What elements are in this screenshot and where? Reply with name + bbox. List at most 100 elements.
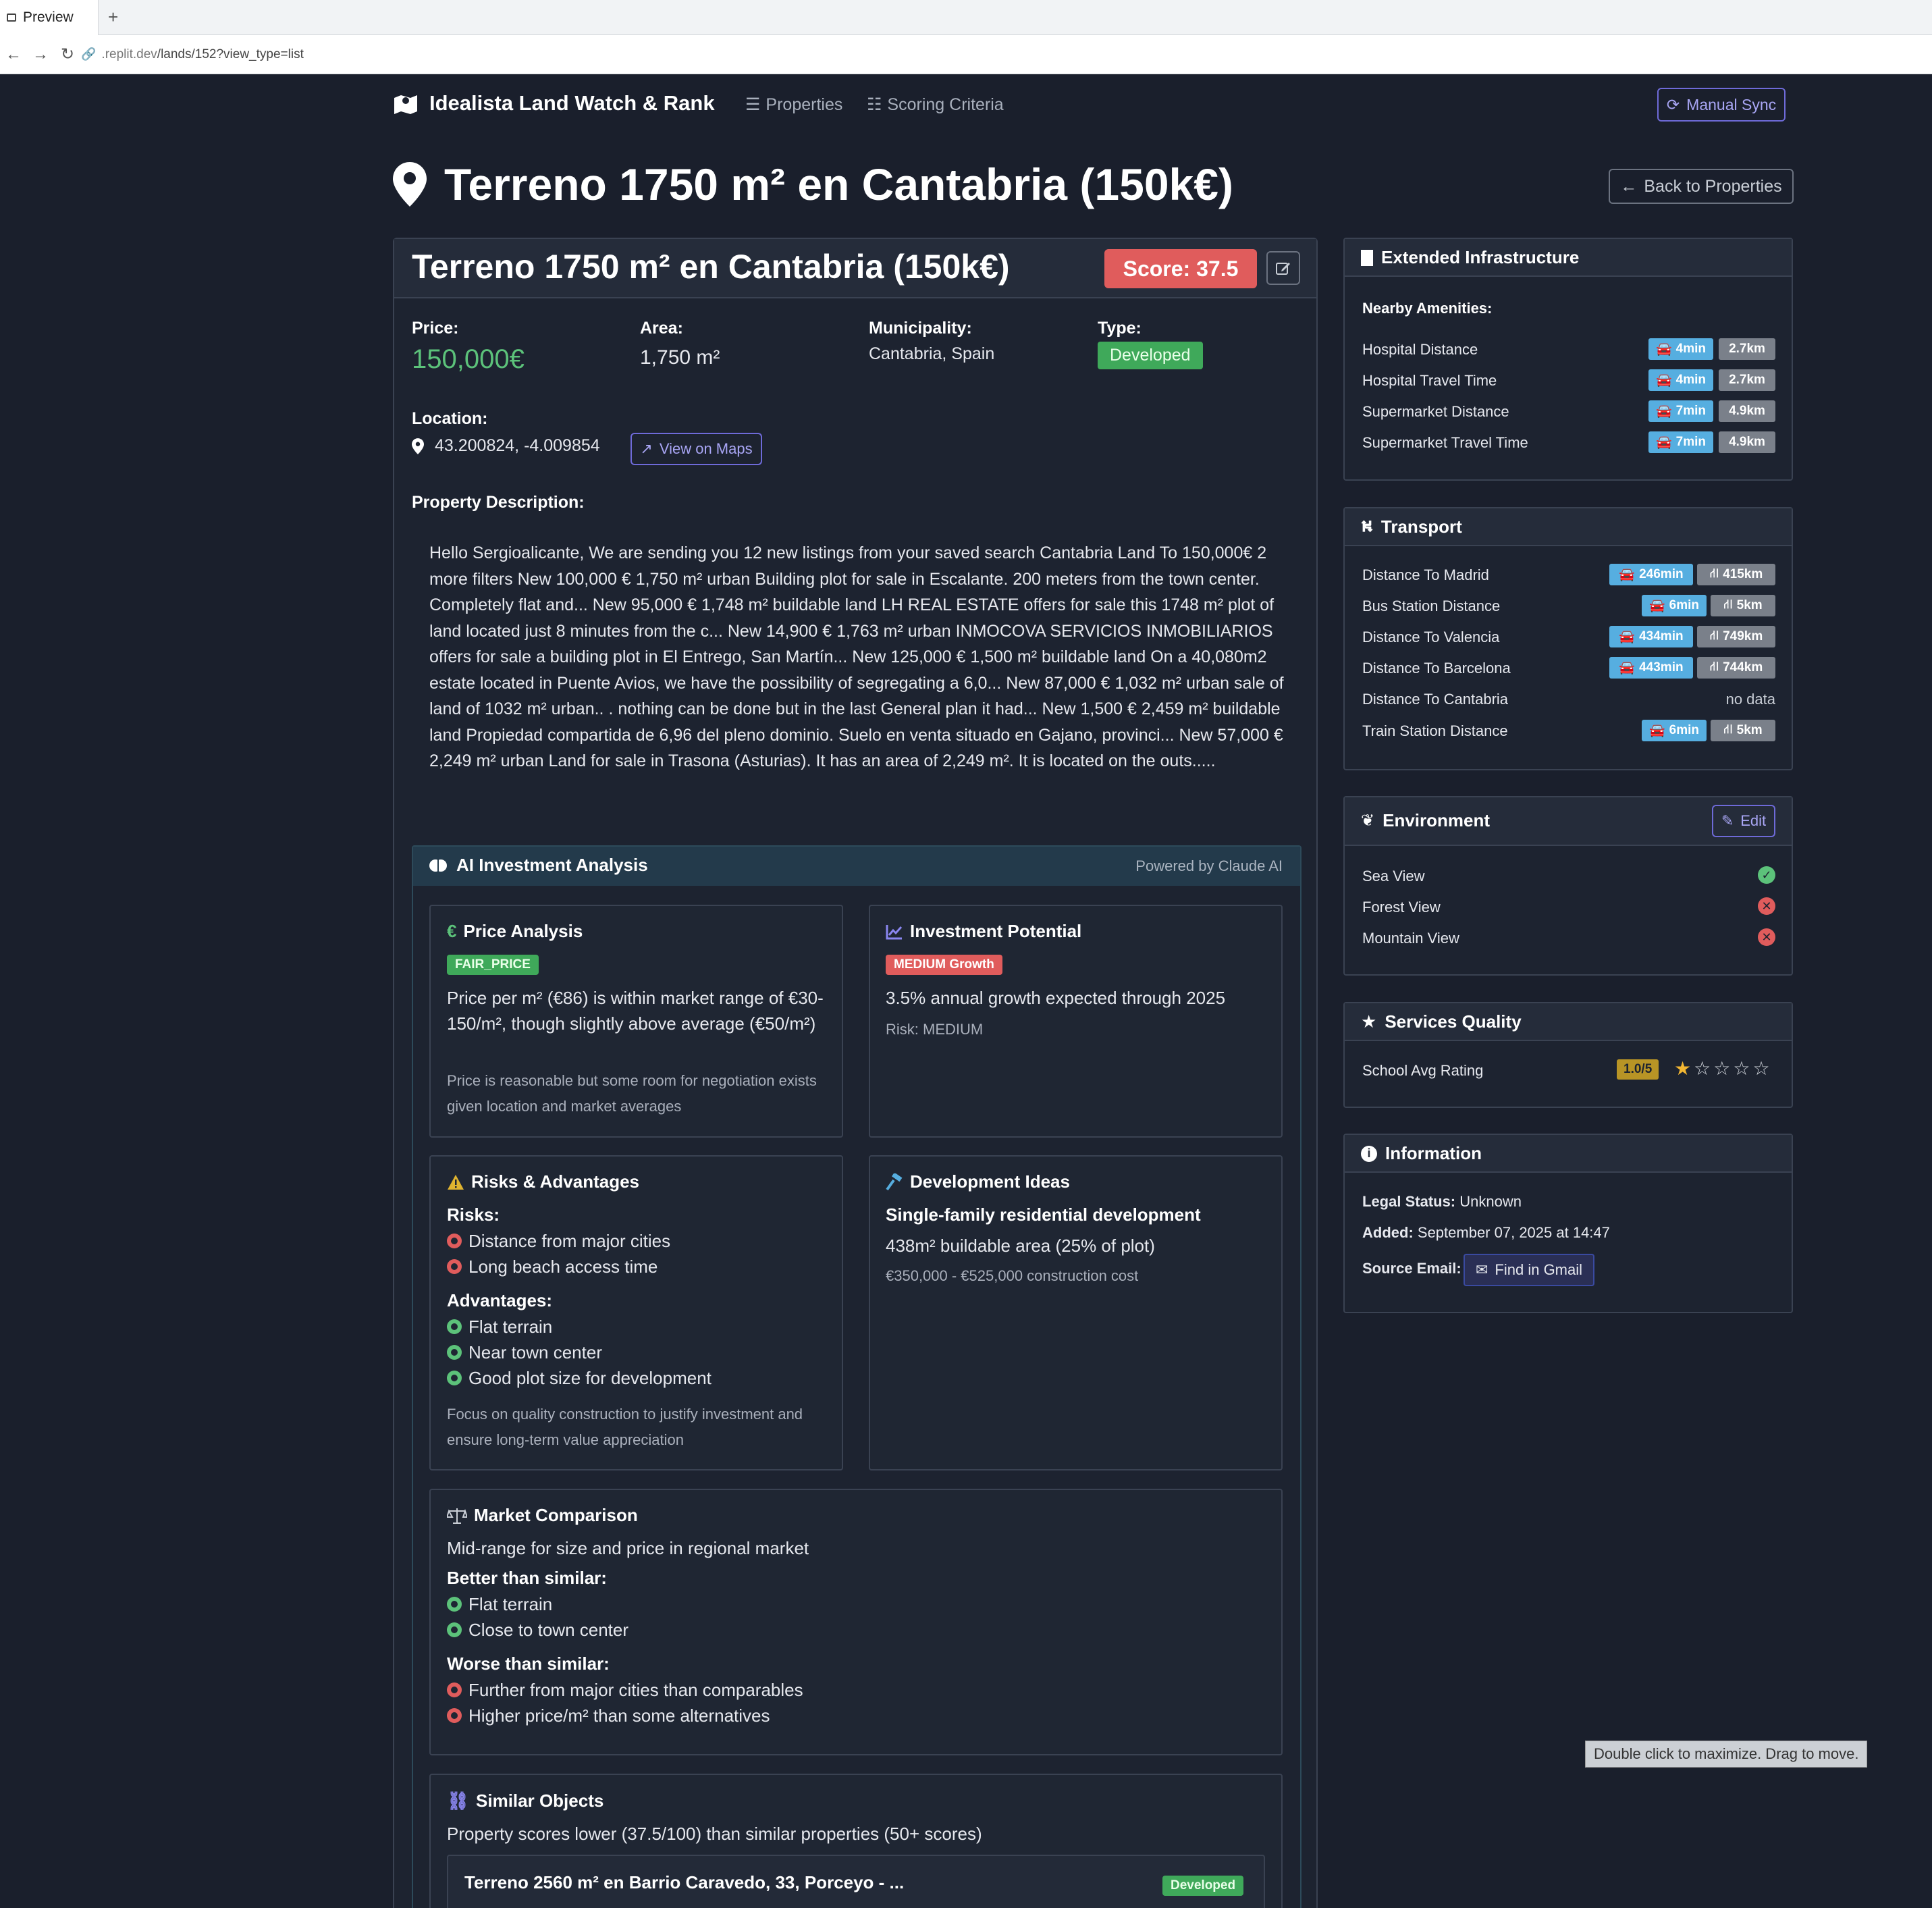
list-item: Flat terrain — [447, 1314, 712, 1340]
description-label: Property Description: — [412, 493, 585, 512]
services-quality-title: ★ Services Quality — [1361, 1011, 1522, 1032]
x-circle-icon — [447, 1259, 462, 1274]
rating-badge: 1.0/5 — [1617, 1059, 1659, 1080]
distance-chip: 4.9km — [1719, 400, 1775, 422]
reload-icon[interactable]: ↻ — [54, 45, 81, 64]
road-distance-chip: ⛙ 415km — [1697, 564, 1775, 585]
car-time-chip: 🚘 4min — [1648, 338, 1713, 360]
distance-chip: 4.9km — [1719, 431, 1775, 453]
risks-title-text: Risks & Advantages — [471, 1171, 640, 1192]
environment-title: ❦ Environment — [1361, 810, 1490, 831]
cantabria-label: Distance To Cantabria — [1362, 691, 1509, 708]
route-icon: ⛕ — [1361, 516, 1373, 535]
risks-note: Focus on quality construction to justify… — [447, 1406, 803, 1448]
new-tab-button[interactable]: + — [108, 7, 118, 28]
forest-view-label: Forest View — [1362, 899, 1441, 916]
x-circle-icon — [447, 1682, 462, 1697]
edit-property-button[interactable] — [1266, 251, 1300, 285]
investment-potential-title: Investment Potential — [886, 921, 1081, 942]
type-label: Type: — [1098, 319, 1142, 338]
warning-icon — [448, 1174, 464, 1190]
train-station-label: Train Station Distance — [1362, 722, 1508, 739]
added-label: Added: — [1362, 1224, 1414, 1241]
road-distance-chip: ⛙ 749km — [1697, 626, 1775, 647]
info-title-text: Information — [1385, 1143, 1482, 1163]
added-value: September 07, 2025 at 14:47 — [1417, 1224, 1610, 1241]
list-item: Near town center — [447, 1340, 712, 1365]
sliders-icon: ☷ — [867, 95, 882, 114]
find-in-gmail-button[interactable]: ✉ Find in Gmail — [1464, 1254, 1594, 1286]
car-time-chip: 🚘 6min — [1642, 595, 1707, 616]
star-empty-icon: ☆ — [1733, 1058, 1750, 1079]
sync-icon: ⟳ — [1666, 95, 1680, 113]
road-distance-chip: ⛙ 5km — [1711, 595, 1775, 616]
car-time-chip: 🚘 246min — [1609, 564, 1693, 585]
list-item: Distance from major cities — [447, 1228, 670, 1254]
browser-tab-bar — [0, 0, 1932, 35]
growth-badge: MEDIUM Growth — [886, 955, 1002, 975]
nav-scoring-label: Scoring Criteria — [887, 95, 1004, 114]
car-icon: 🚘 — [1655, 404, 1672, 419]
similar-item-title[interactable]: Terreno 2560 m² en Barrio Caravedo, 33, … — [464, 1872, 904, 1893]
tab-preview[interactable]: Preview — [0, 0, 99, 35]
price-value: 150,000€ — [412, 344, 525, 374]
back-label: Back to Properties — [1644, 176, 1782, 196]
worse-label: Worse than similar: — [447, 1653, 610, 1674]
page-title: Terreno 1750 m² en Cantabria (150k€) — [393, 159, 1233, 210]
car-time-chip: 🚘 7min — [1648, 400, 1713, 422]
brand[interactable]: Idealista Land Watch & Rank — [393, 91, 715, 115]
road-distance-chip: ⛙ 744km — [1697, 657, 1775, 679]
school-rating-label: School Avg Rating — [1362, 1062, 1484, 1079]
road-icon: ⛙ — [1709, 629, 1719, 643]
property-description: Hello Sergioalicante, We are sending you… — [429, 544, 1284, 770]
car-time-chip: 🚘 443min — [1609, 657, 1693, 679]
similar-objects-title: ⛓ Similar Objects — [447, 1791, 603, 1811]
type-badge: Developed — [1098, 342, 1203, 369]
location-row: 43.200824, -4.009854 — [412, 436, 600, 456]
nav-properties[interactable]: ☰ Properties — [745, 95, 842, 115]
distance-chip: 2.7km — [1719, 369, 1775, 391]
investment-title-text: Investment Potential — [910, 921, 1082, 941]
brand-name: Idealista Land Watch & Rank — [429, 91, 715, 115]
manual-sync-button[interactable]: ⟳ Manual Sync — [1657, 88, 1786, 122]
list-item: Higher price/m² than some alternatives — [447, 1703, 803, 1728]
car-icon: 🚘 — [1655, 373, 1672, 388]
area-label: Area: — [640, 319, 683, 338]
risks-list: Distance from major cities Long beach ac… — [447, 1228, 670, 1279]
area-value: 1,750 m² — [640, 346, 720, 369]
view-on-maps-button[interactable]: ↗ View on Maps — [630, 433, 762, 465]
url-field[interactable]: .replit.dev/lands/152?view_type=list — [101, 47, 303, 62]
edit-icon: ✎ — [1721, 812, 1734, 829]
manual-sync-label: Manual Sync — [1686, 95, 1777, 113]
municipality-value: Cantabria, Spain — [869, 344, 995, 363]
back-to-properties-button[interactable]: ← Back to Properties — [1609, 169, 1794, 204]
ai-title-text: AI Investment Analysis — [456, 855, 648, 875]
star-empty-icon: ☆ — [1713, 1058, 1731, 1079]
hospital-travel-label: Hospital Travel Time — [1362, 372, 1497, 389]
environment-title-text: Environment — [1383, 810, 1491, 830]
road-icon: ⛙ — [1723, 598, 1733, 612]
transport-title: ⛕ Transport — [1361, 516, 1462, 537]
edit-label: Edit — [1740, 812, 1767, 829]
road-icon: ⛙ — [1709, 660, 1719, 674]
x-circle-icon — [447, 1234, 462, 1248]
forward-arrow-icon[interactable]: → — [27, 45, 54, 64]
x-circle-icon — [447, 1708, 462, 1723]
mountain-view-label: Mountain View — [1362, 930, 1459, 947]
edit-icon — [1276, 263, 1290, 275]
edit-environment-button[interactable]: ✎ Edit — [1712, 805, 1775, 837]
price-analysis-title: € Price Analysis — [447, 921, 583, 942]
back-arrow-icon[interactable]: ← — [0, 45, 27, 64]
list-icon: ☰ — [745, 95, 761, 114]
distance-chip: 2.7km — [1719, 338, 1775, 360]
price-analysis-text: Price per m² (€86) is within market rang… — [447, 988, 824, 1034]
growth-text: 3.5% annual growth expected through 2025 — [886, 988, 1226, 1008]
star-filled-icon: ★ — [1674, 1058, 1692, 1079]
list-item: Further from major cities than comparabl… — [447, 1677, 803, 1703]
infra-title-text: Extended Infrastructure — [1381, 247, 1580, 267]
services-title-text: Services Quality — [1385, 1011, 1522, 1032]
nav-scoring-criteria[interactable]: ☷ Scoring Criteria — [867, 95, 1004, 115]
check-circle-icon — [447, 1371, 462, 1385]
worse-list: Further from major cities than comparabl… — [447, 1677, 803, 1728]
property-title: Terreno 1750 m² en Cantabria (150k€) — [412, 248, 1010, 286]
